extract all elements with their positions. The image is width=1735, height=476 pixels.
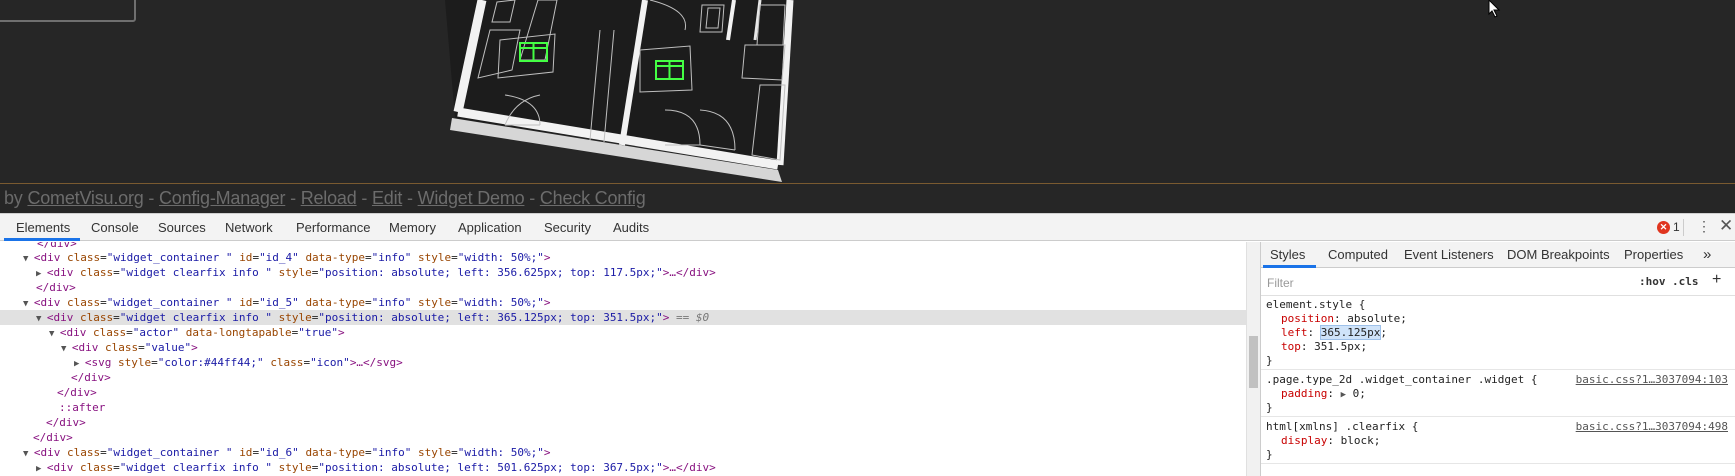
footer-prefix: by: [4, 188, 23, 208]
close-icon[interactable]: ✕: [1719, 216, 1733, 236]
tab-console[interactable]: Console: [91, 214, 139, 241]
footer-divider: [0, 183, 1735, 184]
dom-node[interactable]: ▼ <div class="value">: [0, 340, 1246, 355]
tab-performance[interactable]: Performance: [296, 214, 370, 241]
tab-memory[interactable]: Memory: [389, 214, 436, 241]
hov-toggle[interactable]: :hov: [1639, 275, 1666, 288]
active-tab-indicator: [4, 238, 80, 241]
footer-separator: -: [361, 188, 368, 208]
style-declaration[interactable]: display: block;: [1281, 434, 1735, 447]
styles-tabbar: Styles Computed Event Listeners DOM Brea…: [1261, 242, 1735, 268]
expand-triangle-icon[interactable]: ▶: [36, 269, 47, 279]
rule-divider: [1261, 463, 1735, 464]
error-counter[interactable]: ✕ 1: [1657, 220, 1680, 234]
footer-separator: -: [406, 188, 413, 208]
style-declaration[interactable]: padding: ▶ 0;: [1281, 387, 1735, 400]
rule-close: }: [1266, 401, 1273, 414]
elements-scrollbar-thumb[interactable]: [1249, 336, 1258, 388]
expand-triangle-icon[interactable]: ▼: [61, 344, 72, 354]
dom-node[interactable]: ::after: [0, 400, 1246, 415]
footer-link-reload[interactable]: Reload: [301, 188, 357, 208]
footer-separator: -: [290, 188, 296, 208]
dom-node[interactable]: ▼ <div class="widget_container " id="id_…: [0, 250, 1246, 265]
style-declaration[interactable]: top: 351.5px;: [1281, 340, 1735, 353]
chevron-double-right-icon[interactable]: »: [1703, 242, 1711, 268]
devtools-tabbar: Elements Console Sources Network Perform…: [0, 214, 1735, 241]
tab-dom-breakpoints[interactable]: DOM Breakpoints: [1507, 242, 1610, 268]
rule-selector[interactable]: element.style {: [1266, 298, 1732, 311]
dom-node[interactable]: </div>: [0, 415, 1246, 430]
expand-triangle-icon[interactable]: ▼: [23, 449, 34, 459]
footer-link-widget-demo[interactable]: Widget Demo: [418, 188, 525, 208]
editing-value-field[interactable]: 365.125px: [1319, 325, 1382, 340]
tab-elements[interactable]: Elements: [16, 214, 70, 241]
error-icon: ✕: [1657, 220, 1670, 234]
expand-triangle-icon[interactable]: ▼: [36, 314, 47, 324]
footer-separator: -: [148, 188, 155, 208]
rule-selector[interactable]: html[xmlns] .clearfix {basic.css?1…30370…: [1266, 420, 1732, 433]
tab-application[interactable]: Application: [458, 214, 522, 241]
dom-node[interactable]: ▼ <div class="widget_container " id="id_…: [0, 295, 1246, 310]
app-footer: by CometVisu.org - Config-Manager - Relo…: [4, 188, 646, 209]
dom-node[interactable]: ▼ <div class="actor" data-longtapable="t…: [0, 325, 1246, 340]
footer-link-cometvisu[interactable]: CometVisu.org: [27, 188, 143, 208]
toolbar-divider: [1683, 219, 1684, 236]
styles-pane: Styles Computed Event Listeners DOM Brea…: [1260, 242, 1735, 476]
dom-node[interactable]: </div>: [0, 370, 1246, 385]
dom-node[interactable]: ▶ <div class="widget clearfix info " sty…: [0, 460, 1246, 475]
mouse-cursor-icon: [1488, 0, 1501, 18]
tab-properties[interactable]: Properties: [1624, 242, 1683, 268]
tab-event-listeners[interactable]: Event Listeners: [1404, 242, 1494, 268]
footer-link-check-config[interactable]: Check Config: [540, 188, 646, 208]
new-style-rule-icon[interactable]: +: [1712, 271, 1721, 289]
dom-node[interactable]: ▶ <svg style="color:#44ff44;" class="ico…: [0, 355, 1246, 370]
tab-sources[interactable]: Sources: [158, 214, 206, 241]
screen: by CometVisu.org - Config-Manager - Relo…: [0, 0, 1735, 476]
devtools-panel: Elements Console Sources Network Perform…: [0, 213, 1735, 476]
expand-triangle-icon[interactable]: ▶: [36, 464, 47, 474]
cls-toggle[interactable]: .cls: [1672, 275, 1699, 288]
rule-selector[interactable]: .page.type_2d .widget_container .widget …: [1266, 373, 1732, 386]
tab-audits[interactable]: Audits: [613, 214, 649, 241]
tab-network[interactable]: Network: [225, 214, 273, 241]
rule-close: }: [1266, 448, 1273, 461]
rule-close: }: [1266, 354, 1273, 367]
rule-source-link[interactable]: basic.css?1…3037094:103: [1576, 373, 1728, 386]
styles-filter-bar: :hov .cls +: [1261, 269, 1735, 296]
expand-triangle-icon[interactable]: ▼: [23, 254, 34, 264]
tab-computed[interactable]: Computed: [1328, 242, 1388, 268]
expand-triangle-icon[interactable]: ▶: [74, 359, 85, 369]
elements-tree: </div> ▼ <div class="widget_container " …: [0, 242, 1246, 476]
style-declaration[interactable]: position: absolute;: [1281, 312, 1735, 325]
footer-link-config-manager[interactable]: Config-Manager: [159, 188, 285, 208]
kebab-menu-icon[interactable]: ⋮: [1697, 218, 1711, 235]
rule-divider: [1261, 416, 1735, 417]
expand-triangle-icon[interactable]: ▼: [23, 299, 34, 309]
dom-node[interactable]: </div>: [0, 430, 1246, 445]
active-tab-indicator: [1263, 265, 1316, 268]
dom-node[interactable]: </div>: [0, 385, 1246, 400]
error-count: 1: [1673, 220, 1680, 234]
dom-node[interactable]: ▶ <div class="widget clearfix info " sty…: [0, 265, 1246, 280]
floorplan-3d: [445, 0, 794, 182]
style-declaration[interactable]: left: 365.125px;: [1281, 325, 1735, 340]
tab-security[interactable]: Security: [544, 214, 591, 241]
styles-filter-input[interactable]: [1267, 273, 1625, 292]
expand-triangle-icon[interactable]: ▼: [49, 329, 60, 339]
app-viewport: by CometVisu.org - Config-Manager - Relo…: [0, 0, 1735, 213]
footer-link-edit[interactable]: Edit: [372, 188, 402, 208]
footer-separator: -: [529, 188, 536, 208]
dom-node-selected[interactable]: ▼ <div class="widget clearfix info " sty…: [0, 310, 1246, 325]
dom-node[interactable]: </div>: [0, 280, 1246, 295]
dom-node[interactable]: ▼ <div class="widget_container " id="id_…: [0, 445, 1246, 460]
rule-divider: [1261, 369, 1735, 370]
rule-source-link[interactable]: basic.css?1…3037094:498: [1576, 420, 1728, 433]
